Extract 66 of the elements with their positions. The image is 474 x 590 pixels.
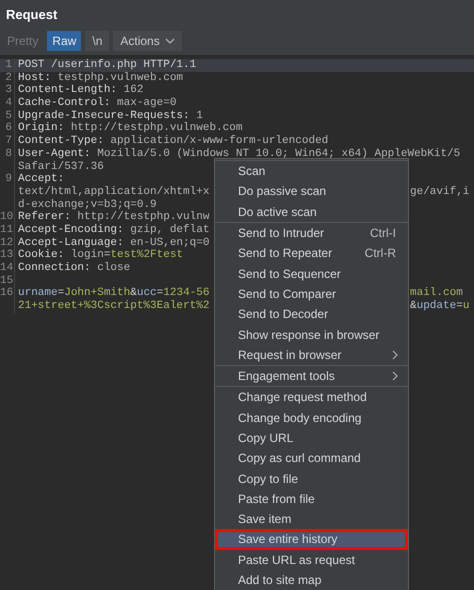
code-line: Cache-Control: max-age=0	[18, 97, 176, 110]
line-number: 9	[5, 173, 12, 186]
panel-title: Request	[6, 7, 58, 22]
menu-item[interactable]: Copy to file	[215, 468, 408, 489]
code-line: Referer: http://testphp.vulnw	[18, 211, 210, 224]
menu-item[interactable]: Send to Comparer	[215, 284, 408, 304]
menu-item[interactable]: Paste from file	[215, 488, 408, 510]
code-line: Content-Length: 162	[18, 84, 144, 96]
menu-item[interactable]: Do active scan	[215, 202, 408, 222]
line-number: 1	[5, 59, 12, 71]
code-line: Safari/537.36	[18, 160, 104, 172]
menu-item[interactable]: Request in browser	[215, 344, 408, 365]
caret-icon	[164, 38, 175, 44]
code-line: Upgrade-Insecure-Requests: 1	[18, 110, 203, 122]
menu-item[interactable]: Do passive scan	[215, 181, 408, 202]
code-line: text/html,application/xhtml+x	[18, 186, 210, 198]
menu-item[interactable]: Copy URL	[215, 428, 408, 448]
line-number: 6	[5, 122, 12, 134]
line-number: 14	[0, 262, 14, 274]
code-line: Host: testphp.vulnweb.com	[18, 72, 184, 84]
line-number: 3	[5, 84, 12, 96]
actions-dropdown[interactable]: Actions	[113, 31, 182, 51]
menu-item[interactable]: Send to Repeater Ctrl-R	[215, 243, 408, 264]
menu-item[interactable]: Send to Decoder	[215, 304, 408, 324]
menu-item[interactable]: Paste URL as request	[215, 550, 408, 570]
menu-item[interactable]: Change request method	[215, 387, 408, 408]
line-number: 10	[0, 211, 14, 224]
code-line: Connection: close	[18, 262, 130, 274]
line-number: 8	[5, 148, 12, 160]
view-tab[interactable]: Raw	[47, 31, 82, 51]
menu-item[interactable]: Scan	[215, 161, 408, 182]
code-line: urname=John+Smith&ucc=1234-56	[18, 287, 210, 300]
code-line: d-exchange;v=b3;q=0.9	[18, 198, 157, 211]
shortcut-label: Ctrl-R	[364, 246, 397, 260]
line-number: 15	[0, 274, 14, 287]
menu-item[interactable]: Save entire history	[215, 529, 408, 550]
line-number: 7	[5, 135, 12, 148]
menu-item[interactable]: Add to site map	[215, 570, 408, 590]
code-line: Accept-Encoding: gzip, deflat	[18, 224, 210, 236]
menu-item[interactable]: Send to Intruder Ctrl-I	[215, 222, 408, 244]
menu-item[interactable]: Save item	[215, 509, 408, 530]
line-number: 12	[0, 236, 14, 249]
menu-item[interactable]: Engagement tools	[215, 366, 408, 386]
menu-item[interactable]: Show response in browser	[215, 324, 408, 345]
code-line: Origin: http://testphp.vulnweb.com	[18, 122, 242, 134]
line-number: 2	[5, 72, 12, 84]
line-number: 11	[0, 224, 14, 236]
code-line: User-Agent: Mozilla/5.0 (Windows NT 10.0; Win64; x64) AppleWebKit/5	[18, 148, 460, 160]
line-number: 4	[5, 97, 12, 110]
menu-item[interactable]: Change body encoding	[215, 408, 408, 428]
menu-item[interactable]: Send to Sequencer	[215, 263, 408, 284]
code-line: &update=u	[410, 300, 470, 312]
code-line: Accept-Language: en-US,en;q=0	[18, 236, 210, 249]
menu-item[interactable]: Copy as curl command	[215, 448, 408, 468]
code-line: mail.com	[410, 287, 463, 300]
code-line: ge/avif,i	[410, 186, 470, 198]
line-number: 5	[5, 110, 12, 122]
line-number: 13	[0, 249, 14, 262]
line-number: 16	[0, 287, 14, 300]
code-line: Cookie: login=test%2Ftest	[18, 249, 184, 262]
code-line: POST /userinfo.php HTTP/1.1	[18, 59, 196, 71]
code-line: Accept:	[18, 173, 64, 186]
code-line: 21+street+%3Cscript%3Ealert%2	[18, 300, 210, 312]
shortcut-label: Ctrl-I	[370, 226, 397, 240]
newline-toggle[interactable]: \n	[85, 31, 110, 51]
code-line: Content-Type: application/x-www-form-urlencoded	[18, 135, 328, 148]
